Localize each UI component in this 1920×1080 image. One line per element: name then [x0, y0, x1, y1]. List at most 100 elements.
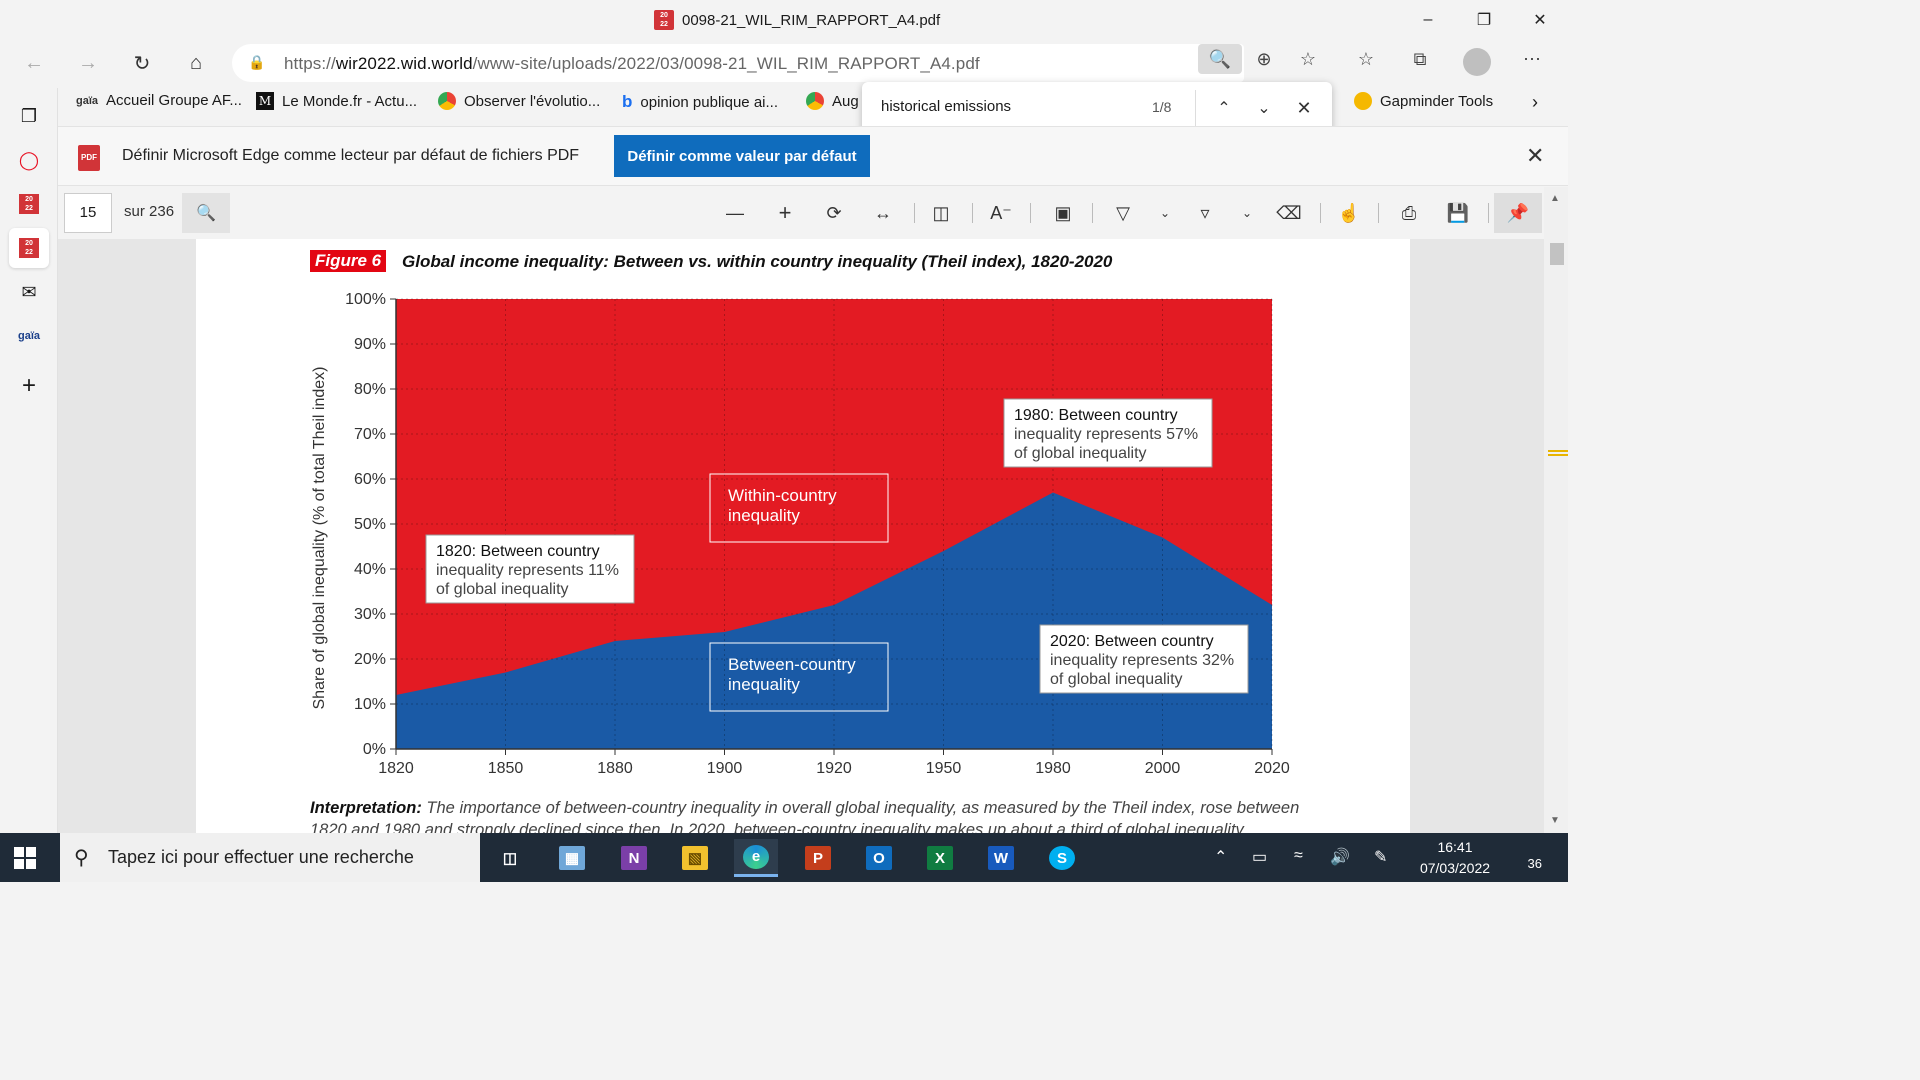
- pin-icon[interactable]: 📌: [1494, 193, 1542, 233]
- forward-button[interactable]: →: [70, 46, 106, 80]
- find-previous-button[interactable]: ⌃: [1210, 94, 1238, 122]
- file-explorer-icon[interactable]: ▧: [673, 839, 717, 877]
- address-bar[interactable]: 🔒 https://wir2022.wid.world/www-site/upl…: [232, 44, 1244, 82]
- chevron-up-icon[interactable]: ⌃: [1214, 847, 1227, 867]
- annotation-text: inequality: [728, 675, 800, 694]
- find-close-button[interactable]: ✕: [1290, 94, 1318, 122]
- mail-icon[interactable]: ✉: [9, 272, 49, 312]
- sidebar-tab-pdf-active[interactable]: 20 22: [9, 228, 49, 268]
- add-icon[interactable]: +: [9, 366, 49, 406]
- back-button[interactable]: ←: [16, 46, 52, 80]
- word-icon[interactable]: W: [979, 839, 1023, 877]
- outlook-icon[interactable]: O: [857, 839, 901, 877]
- le-monde-icon: M: [256, 92, 274, 110]
- home-button[interactable]: ⌂: [178, 46, 214, 80]
- gaia-icon[interactable]: gaïa: [9, 316, 49, 356]
- app-icon-tools[interactable]: ▦: [550, 839, 594, 877]
- chevron-down-icon[interactable]: ⌄: [1232, 198, 1262, 228]
- chevron-down-icon[interactable]: ⌄: [1150, 198, 1180, 228]
- task-view-icon[interactable]: ◫: [488, 839, 532, 877]
- refresh-button[interactable]: ↻: [124, 46, 160, 80]
- scroll-thumb[interactable]: [1550, 243, 1564, 265]
- notification-center-icon[interactable]: 36: [1514, 843, 1542, 871]
- clock[interactable]: 16:41 07/03/2022: [1410, 837, 1500, 879]
- pen-icon[interactable]: ✎: [1374, 847, 1387, 867]
- divider: [1195, 90, 1196, 126]
- divider: [1092, 203, 1093, 223]
- window-title: 20 22 0098-21_WIL_RIM_RAPPORT_A4.pdf: [654, 10, 940, 30]
- zoom-in-icon[interactable]: +: [770, 198, 800, 228]
- pdf-toolbar: 15 sur 236 🔍 — + ⟳ ↔ ◫ A⁻ ▣ ▽ ⌄ ▿ ⌄ ⌫ ☝ …: [58, 187, 1568, 239]
- fit-width-icon[interactable]: ↔: [868, 198, 898, 228]
- chat-icon[interactable]: ◯: [9, 140, 49, 180]
- close-notification-button[interactable]: ✕: [1526, 143, 1544, 169]
- annotation-text: of global inequality: [436, 581, 569, 598]
- minimize-button[interactable]: –: [1400, 0, 1456, 40]
- skype-icon[interactable]: S: [1040, 839, 1084, 877]
- interpretation-text: Interpretation: The importance of betwee…: [310, 799, 1300, 833]
- excel-icon[interactable]: X: [918, 839, 962, 877]
- more-menu-icon[interactable]: ⋯: [1510, 44, 1554, 74]
- onenote-icon[interactable]: N: [612, 839, 656, 877]
- favorite-item[interactable]: b opinion publique ai...: [622, 92, 778, 112]
- print-icon[interactable]: ⎙: [1394, 198, 1424, 228]
- favorite-item[interactable]: M Le Monde.fr - Actu...: [256, 92, 417, 110]
- battery-icon[interactable]: ▭: [1252, 847, 1267, 867]
- y-tick-label: 30%: [354, 606, 386, 623]
- page-number-input[interactable]: 15: [64, 193, 112, 233]
- text-box-icon[interactable]: ▣: [1048, 198, 1078, 228]
- tab-actions-icon[interactable]: ❐: [9, 96, 49, 136]
- touch-icon[interactable]: ☝: [1334, 198, 1364, 228]
- find-on-page-icon[interactable]: 🔍: [1198, 44, 1242, 74]
- taskbar-search[interactable]: ⚲ Tapez ici pour effectuer une recherche: [60, 833, 480, 882]
- scroll-up-icon[interactable]: ▲: [1550, 193, 1560, 204]
- collections-icon[interactable]: ⧉: [1398, 44, 1442, 74]
- search-icon[interactable]: 🔍: [182, 193, 230, 233]
- powerpoint-icon[interactable]: P: [796, 839, 840, 877]
- sidebar-tab-pdf[interactable]: 20 22: [9, 184, 49, 224]
- volume-icon[interactable]: 🔊: [1330, 847, 1350, 867]
- y-tick-label: 0%: [363, 741, 386, 758]
- add-favorite-icon[interactable]: ☆: [1286, 44, 1330, 74]
- page-view-icon[interactable]: ◫: [926, 198, 956, 228]
- y-tick-label: 90%: [354, 336, 386, 353]
- edge-icon[interactable]: e: [734, 839, 778, 877]
- favorite-item[interactable]: Gapminder Tools: [1354, 92, 1493, 110]
- y-tick-label: 20%: [354, 651, 386, 668]
- close-window-button[interactable]: ✕: [1512, 0, 1568, 40]
- rotate-icon[interactable]: ⟳: [819, 198, 849, 228]
- set-default-button[interactable]: Définir comme valeur par défaut: [614, 135, 870, 177]
- divider: [1320, 203, 1321, 223]
- favorite-item[interactable]: Observer l'évolutio...: [438, 92, 600, 110]
- save-icon[interactable]: 💾: [1443, 198, 1473, 228]
- scroll-down-icon[interactable]: ▼: [1550, 815, 1560, 826]
- restore-button[interactable]: ❐: [1456, 0, 1512, 40]
- gapminder-icon: [1354, 92, 1372, 110]
- divider: [1488, 203, 1489, 223]
- draw-icon[interactable]: ▽: [1108, 198, 1138, 228]
- find-next-button[interactable]: ⌄: [1250, 94, 1278, 122]
- zoom-out-icon[interactable]: —: [720, 198, 750, 228]
- favorites-icon[interactable]: ☆: [1344, 44, 1388, 74]
- eraser-icon[interactable]: ⌫: [1274, 198, 1304, 228]
- url-text[interactable]: https://wir2022.wid.world/www-site/uploa…: [284, 54, 980, 74]
- wifi-icon[interactable]: ≈: [1294, 847, 1303, 865]
- annotation-1980: 1980: Between country inequality represen…: [1003, 398, 1213, 468]
- favorite-item[interactable]: gaïa Accueil Groupe AF...: [76, 92, 242, 109]
- title-bar: 20 22 0098-21_WIL_RIM_RAPPORT_A4.pdf – ❐ …: [0, 0, 1568, 40]
- highlight-icon[interactable]: ▿: [1190, 198, 1220, 228]
- favorite-item[interactable]: Aug: [806, 92, 859, 110]
- search-hit-marker: [1548, 450, 1568, 456]
- favorites-overflow-icon[interactable]: ›: [1532, 92, 1538, 113]
- vertical-scrollbar[interactable]: ▲ ▼: [1544, 187, 1568, 833]
- profile-avatar[interactable]: [1463, 48, 1491, 76]
- x-tick-label: 1820: [378, 760, 414, 777]
- find-input[interactable]: historical emissions: [881, 98, 1011, 115]
- annotation-1820: 1820: Between country inequality represen…: [425, 534, 635, 604]
- read-aloud-icon[interactable]: A⁻: [986, 198, 1016, 228]
- chrome-icon: [806, 92, 824, 110]
- navigation-bar: ← → ↻ ⌂ 🔒 https://wir2022.wid.world/www-…: [0, 40, 1568, 86]
- x-tick-label: 1920: [816, 760, 852, 777]
- zoom-icon[interactable]: ⊕: [1242, 44, 1286, 74]
- windows-start-icon[interactable]: [14, 847, 36, 869]
